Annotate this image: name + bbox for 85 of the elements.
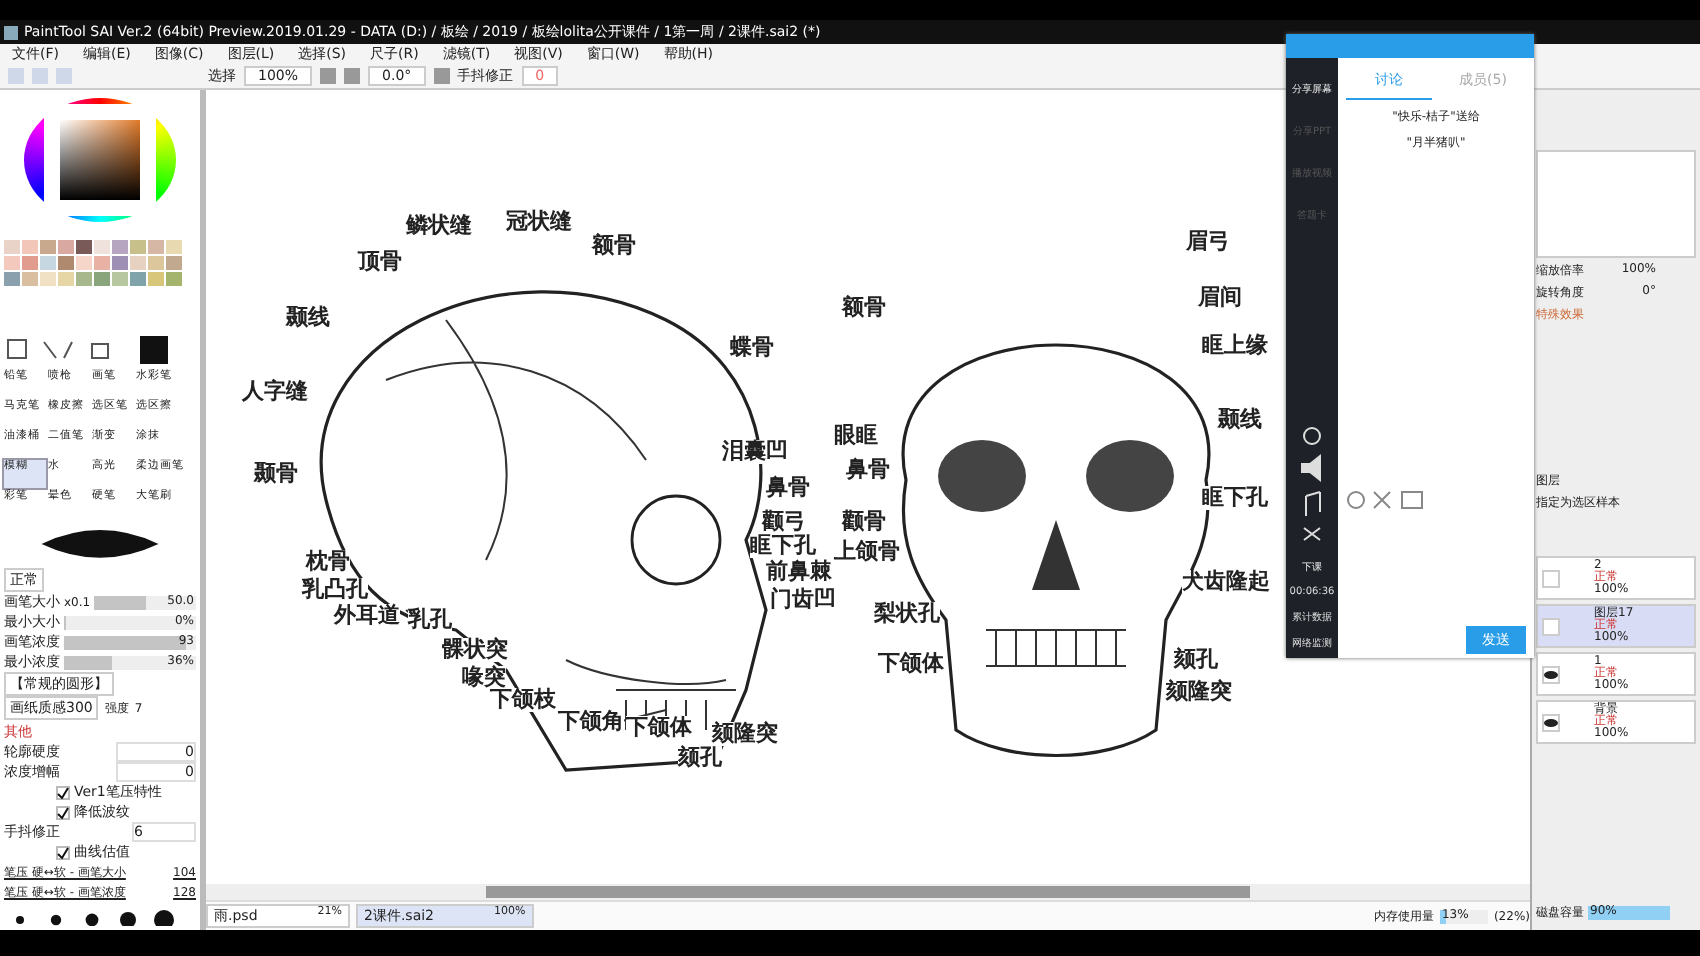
color-swatch[interactable] (148, 255, 164, 270)
anatomy-label: 人字缝 (242, 380, 308, 404)
anatomy-label: 颏隆突 (1166, 680, 1232, 704)
anatomy-label: 乳凸孔 (302, 578, 368, 602)
color-swatch[interactable] (112, 255, 128, 270)
anatomy-label: 眶下孔 (1202, 486, 1268, 510)
color-swatch[interactable] (94, 271, 110, 286)
anatomy-label: 枕骨 (306, 550, 350, 574)
anatomy-label: 髁状突 (442, 638, 508, 662)
anatomy-label: 眶下孔 (750, 534, 816, 558)
color-swatch[interactable] (166, 239, 182, 254)
chat-tools-icon[interactable] (1346, 490, 1426, 510)
anatomy-label: 鼻骨 (766, 476, 810, 500)
visibility-toggle[interactable] (1542, 617, 1560, 635)
anatomy-label: 前鼻棘 (766, 560, 832, 584)
anatomy-label: 顶骨 (358, 250, 402, 274)
color-swatch[interactable] (40, 255, 56, 270)
visibility-toggle[interactable] (1542, 569, 1560, 587)
anatomy-label: 外耳道 (334, 604, 400, 628)
anatomy-label: 颏孔 (678, 746, 722, 770)
anatomy-label: 颧骨 (842, 510, 886, 534)
color-swatch[interactable] (130, 271, 146, 286)
anatomy-label: 乳孔 (408, 608, 452, 632)
color-swatch[interactable] (166, 255, 182, 270)
anatomy-label: 下颌体 (626, 716, 692, 740)
anatomy-label: 上颌骨 (834, 540, 900, 564)
color-swatch[interactable] (22, 271, 38, 286)
visibility-toggle[interactable] (1542, 665, 1560, 683)
audio-controls-icon[interactable] (1298, 424, 1326, 544)
anatomy-label: 门齿凹 (770, 588, 836, 612)
anatomy-label: 冠状缝 (506, 210, 572, 234)
color-swatch[interactable] (58, 255, 74, 270)
color-swatch[interactable] (130, 239, 146, 254)
color-swatch[interactable] (76, 255, 92, 270)
anatomy-label: 梨状孔 (874, 602, 940, 626)
color-swatch[interactable] (58, 271, 74, 286)
color-swatch[interactable] (76, 239, 92, 254)
anatomy-label: 眶上缘 (1202, 334, 1268, 358)
anatomy-label: 鼻骨 (846, 458, 890, 482)
color-swatch[interactable] (22, 255, 38, 270)
color-swatch[interactable] (58, 239, 74, 254)
anatomy-label: 颏隆突 (712, 722, 778, 746)
anatomy-label: 颞骨 (254, 462, 298, 486)
anatomy-label: 颧弓 (762, 510, 806, 534)
rotate-button[interactable] (433, 68, 450, 84)
color-swatch[interactable] (148, 271, 164, 286)
color-swatch[interactable] (40, 271, 56, 286)
color-swatch[interactable] (166, 271, 182, 286)
anatomy-label: 下颌枝 (490, 688, 556, 712)
anatomy-label: 颏孔 (1174, 648, 1218, 672)
anatomy-label: 眉间 (1198, 286, 1242, 310)
anatomy-label: 犬齿隆起 (1182, 570, 1270, 594)
color-swatch[interactable] (94, 239, 110, 254)
scrollbar-thumb[interactable] (486, 886, 1250, 898)
option-checkbox[interactable] (56, 785, 70, 800)
anatomy-label: 泪囊凹 (722, 440, 788, 464)
anatomy-label: 蝶骨 (730, 336, 774, 360)
anatomy-label: 额骨 (842, 296, 886, 320)
color-swatch[interactable] (4, 239, 20, 254)
visibility-toggle[interactable] (1542, 713, 1560, 731)
color-swatch[interactable] (40, 239, 56, 254)
option-checkbox[interactable] (56, 845, 70, 860)
color-swatch[interactable] (76, 271, 92, 286)
color-swatch[interactable] (112, 239, 128, 254)
anatomy-label: 颞线 (286, 306, 330, 330)
app-icon (4, 25, 18, 39)
zoom-out-button[interactable] (320, 68, 337, 84)
zoom-in-button[interactable] (344, 68, 361, 84)
anatomy-label: 颞线 (1218, 408, 1262, 432)
color-swatch[interactable] (94, 255, 110, 270)
anatomy-label: 喙突 (462, 666, 506, 690)
anatomy-label: 下颌体 (878, 652, 944, 676)
option-checkbox[interactable] (56, 805, 70, 820)
color-swatch[interactable] (148, 239, 164, 254)
color-swatch[interactable] (112, 271, 128, 286)
anatomy-label: 下颌角 (558, 710, 624, 734)
color-swatch[interactable] (4, 271, 20, 286)
color-swatch[interactable] (4, 255, 20, 270)
anatomy-label: 额骨 (592, 234, 636, 258)
color-swatch[interactable] (130, 255, 146, 270)
color-swatch[interactable] (22, 239, 38, 254)
anatomy-label: 眼眶 (834, 424, 878, 448)
anatomy-label: 眉弓 (1186, 230, 1230, 254)
anatomy-label: 鳞状缝 (406, 214, 472, 238)
navigator-preview[interactable] (1536, 150, 1696, 258)
